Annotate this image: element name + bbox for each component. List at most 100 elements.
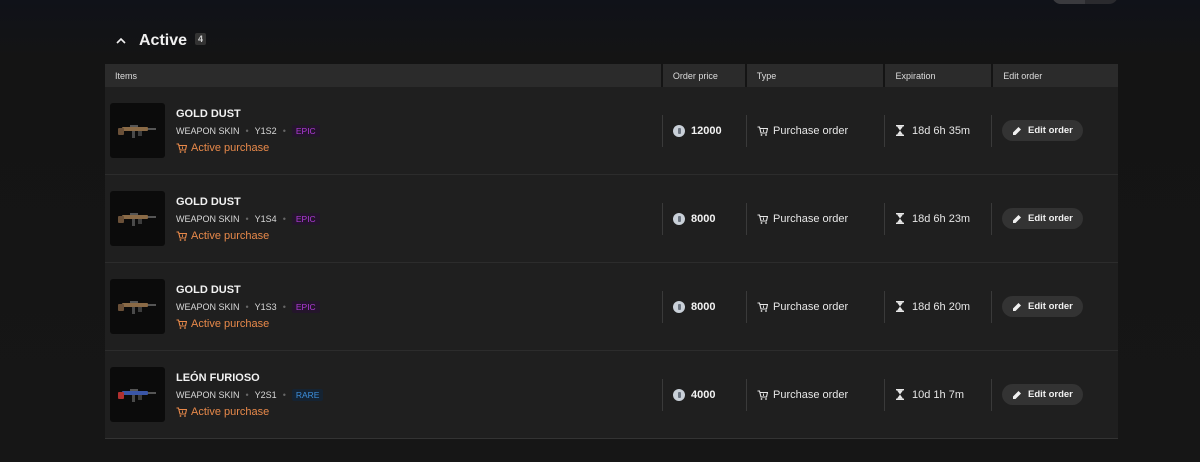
cart-icon xyxy=(757,389,768,400)
cart-icon xyxy=(176,406,187,417)
status-label: Active purchase xyxy=(191,141,270,154)
cart-icon xyxy=(176,142,187,153)
order-type: Purchase order xyxy=(773,124,849,137)
table-row[interactable]: LEÓN FURIOSO WEAPON SKIN • Y2S1 • RARE A… xyxy=(105,351,1118,439)
hourglass-icon xyxy=(896,301,904,312)
meta-separator: • xyxy=(282,125,286,136)
weapon-thumbnail[interactable] xyxy=(110,103,165,158)
expiration-cell: 18d 6h 35m xyxy=(884,87,991,174)
order-price: 8000 xyxy=(691,212,716,225)
order-status: Active purchase xyxy=(176,406,323,418)
weapon-thumbnail[interactable] xyxy=(110,279,165,334)
edit-order-button[interactable]: Edit order xyxy=(1002,208,1083,229)
order-price: 12000 xyxy=(691,124,722,137)
table-row[interactable]: GOLD DUST WEAPON SKIN • Y1S4 • EPIC Acti… xyxy=(105,175,1118,263)
item-category: WEAPON SKIN xyxy=(176,389,240,400)
hourglass-icon xyxy=(896,213,904,224)
meta-separator: • xyxy=(245,213,249,224)
order-type: Purchase order xyxy=(773,300,849,313)
meta-separator: • xyxy=(245,389,249,400)
status-label: Active purchase xyxy=(191,317,270,330)
table-header: Items Order price Type Expiration Edit o… xyxy=(105,64,1118,87)
item-cell: GOLD DUST WEAPON SKIN • Y1S3 • EPIC Acti… xyxy=(105,263,662,350)
order-price: 8000 xyxy=(691,300,716,313)
item-cell: GOLD DUST WEAPON SKIN • Y1S2 • EPIC Acti… xyxy=(105,87,662,174)
order-type: Purchase order xyxy=(773,388,849,401)
chevron-up-icon[interactable] xyxy=(115,35,127,47)
cart-icon xyxy=(757,213,768,224)
item-name: GOLD DUST xyxy=(176,195,241,208)
expiration-time: 10d 1h 7m xyxy=(912,388,964,401)
status-label: Active purchase xyxy=(191,229,270,242)
edit-order-button[interactable]: Edit order xyxy=(1002,296,1083,317)
meta-separator: • xyxy=(282,301,286,312)
edit-order-button[interactable]: Edit order xyxy=(1002,120,1083,141)
item-season: Y1S4 xyxy=(254,213,277,224)
cart-icon xyxy=(757,125,768,136)
edit-order-label: Edit order xyxy=(1028,301,1073,312)
cart-icon xyxy=(176,230,187,241)
orders-table: Items Order price Type Expiration Edit o… xyxy=(105,64,1118,439)
rifle-icon xyxy=(117,212,156,226)
edit-order-label: Edit order xyxy=(1028,125,1073,136)
rarity-badge: EPIC xyxy=(291,300,320,313)
item-meta: WEAPON SKIN • Y2S1 • RARE xyxy=(176,388,324,401)
order-status: Active purchase xyxy=(176,318,320,330)
edit-cell: Edit order xyxy=(991,87,1117,174)
item-category: WEAPON SKIN xyxy=(176,301,240,312)
price-cell: 8000 xyxy=(662,175,746,262)
weapon-thumbnail[interactable] xyxy=(110,367,165,422)
table-row[interactable]: GOLD DUST WEAPON SKIN • Y1S3 • EPIC Acti… xyxy=(105,263,1118,351)
item-meta: WEAPON SKIN • Y1S3 • EPIC xyxy=(176,300,320,313)
edit-order-label: Edit order xyxy=(1028,213,1073,224)
cart-icon xyxy=(757,301,768,312)
edit-order-button[interactable]: Edit order xyxy=(1002,384,1083,405)
credit-coin-icon xyxy=(673,388,685,401)
credit-coin-icon xyxy=(673,124,685,137)
credit-coin-icon xyxy=(673,212,685,225)
price-cell: 12000 xyxy=(662,87,746,174)
rarity-badge: EPIC xyxy=(291,124,320,137)
table-row[interactable]: GOLD DUST WEAPON SKIN • Y1S2 • EPIC Acti… xyxy=(105,87,1118,175)
item-name: GOLD DUST xyxy=(176,283,241,296)
expiration-time: 18d 6h 23m xyxy=(912,212,971,225)
item-info: GOLD DUST WEAPON SKIN • Y1S2 • EPIC Acti… xyxy=(176,108,320,154)
expiration-time: 18d 6h 35m xyxy=(912,124,971,137)
edit-cell: Edit order xyxy=(991,351,1117,438)
item-info: GOLD DUST WEAPON SKIN • Y1S3 • EPIC Acti… xyxy=(176,284,320,330)
edit-order-label: Edit order xyxy=(1028,389,1073,400)
credit-coin-icon xyxy=(673,300,685,313)
rarity-badge: RARE xyxy=(291,388,324,401)
type-cell: Purchase order xyxy=(746,351,884,438)
price-cell: 4000 xyxy=(662,351,746,438)
meta-separator: • xyxy=(282,389,286,400)
table-body: GOLD DUST WEAPON SKIN • Y1S2 • EPIC Acti… xyxy=(105,87,1118,439)
item-cell: LEÓN FURIOSO WEAPON SKIN • Y2S1 • RARE A… xyxy=(105,351,662,438)
section-header[interactable]: Active 4 xyxy=(115,32,207,50)
meta-separator: • xyxy=(245,125,249,136)
item-category: WEAPON SKIN xyxy=(176,125,240,136)
col-edit: Edit order xyxy=(993,64,1118,87)
order-status: Active purchase xyxy=(176,230,320,242)
item-meta: WEAPON SKIN • Y1S2 • EPIC xyxy=(176,124,320,137)
rifle-icon xyxy=(117,300,156,314)
view-toggle[interactable] xyxy=(1052,0,1118,4)
col-price: Order price xyxy=(662,64,745,87)
type-cell: Purchase order xyxy=(746,87,884,174)
view-toggle-right[interactable] xyxy=(1085,0,1118,4)
item-name: GOLD DUST xyxy=(176,107,241,120)
item-season: Y1S2 xyxy=(254,125,277,136)
edit-cell: Edit order xyxy=(991,175,1117,262)
weapon-thumbnail[interactable] xyxy=(110,191,165,246)
item-season: Y1S3 xyxy=(254,301,277,312)
view-toggle-left[interactable] xyxy=(1052,0,1085,4)
status-label: Active purchase xyxy=(191,405,270,418)
expiration-cell: 18d 6h 23m xyxy=(884,175,991,262)
order-type: Purchase order xyxy=(773,212,849,225)
item-info: LEÓN FURIOSO WEAPON SKIN • Y2S1 • RARE A… xyxy=(176,371,324,418)
price-cell: 8000 xyxy=(662,263,746,350)
rifle-icon xyxy=(117,388,156,402)
item-name: LEÓN FURIOSO xyxy=(176,371,260,384)
expiration-cell: 18d 6h 20m xyxy=(884,263,991,350)
meta-separator: • xyxy=(282,213,286,224)
